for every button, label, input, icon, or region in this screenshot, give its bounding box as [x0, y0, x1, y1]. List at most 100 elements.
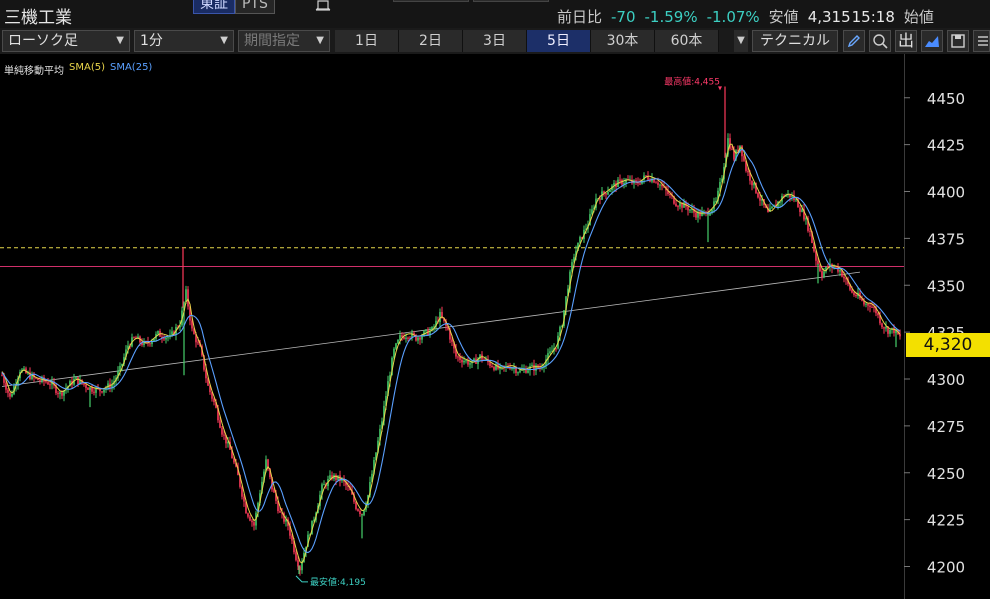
range-value: 期間指定 — [244, 33, 300, 49]
price-tick-label: 4300 — [927, 371, 965, 389]
candle-body — [877, 313, 879, 316]
change-percent: -1.59% — [644, 8, 698, 26]
candle-body — [419, 337, 421, 340]
candle-body — [843, 276, 845, 279]
price-chart[interactable]: 4200422542504275430043254350437544004425… — [0, 54, 990, 599]
candle-body — [103, 389, 105, 393]
candle-body — [463, 360, 465, 363]
candle-body — [869, 305, 871, 307]
period-60bars-button[interactable]: 60本 — [655, 30, 719, 52]
candle-body — [9, 392, 11, 397]
chart-toolbar: ローソク足 ▼ 1分 ▼ 期間指定 ▼ 1日 2日 3日 5日 30本 60本 … — [0, 28, 990, 54]
candle-body — [421, 336, 423, 340]
candle-body — [251, 520, 253, 523]
interval-value: 1分 — [140, 33, 163, 49]
candle-body — [83, 383, 85, 385]
menu-icon[interactable] — [973, 30, 990, 52]
quote-time: 15:18 — [851, 8, 895, 26]
candle-body — [295, 552, 297, 561]
candle-body — [221, 427, 223, 435]
candle-body — [75, 377, 77, 379]
candle-body — [405, 337, 407, 339]
technical-button[interactable]: テクニカル — [752, 30, 838, 52]
candle-body — [657, 182, 659, 185]
indicator-legend: 単純移動平均 SMA(5) SMA(25) — [4, 62, 152, 77]
period-30bars-button[interactable]: 30本 — [591, 30, 655, 52]
pencil-icon[interactable] — [843, 30, 865, 52]
price-tick-label: 4425 — [927, 137, 965, 155]
candle-body — [247, 513, 249, 517]
candle-body — [527, 370, 529, 373]
candle-body — [11, 394, 13, 397]
low-value: 4,315 — [807, 8, 851, 26]
save-icon[interactable] — [947, 30, 969, 52]
tab-pts[interactable]: PTS — [235, 0, 275, 14]
period-more-icon[interactable]: ▼ — [734, 30, 748, 52]
candle-body — [885, 326, 887, 329]
range-select[interactable]: 期間指定 ▼ — [238, 30, 330, 52]
candle-body — [607, 191, 609, 195]
candle-body — [167, 337, 169, 339]
low-annotation: 最安値:4,195 — [310, 576, 366, 588]
candle-body — [223, 434, 225, 436]
price-tick-label: 4250 — [927, 465, 965, 483]
candle-body — [517, 372, 519, 374]
candle-body — [655, 182, 657, 184]
period-5d-button[interactable]: 5日 — [527, 30, 591, 52]
tab-tse[interactable]: 東証 — [193, 0, 235, 14]
candle-body — [491, 365, 493, 367]
candle-body — [407, 337, 409, 339]
candle-body — [699, 211, 701, 216]
candle-body — [751, 180, 753, 186]
candle-body — [469, 363, 471, 365]
candle-body — [77, 377, 79, 385]
candle-body — [465, 360, 467, 362]
candle-body — [185, 289, 187, 303]
alert-bell-icon[interactable] — [312, 0, 334, 14]
period-3d-button[interactable]: 3日 — [463, 30, 527, 52]
header-box[interactable] — [473, 0, 549, 2]
candle-body — [61, 392, 63, 396]
candle-body — [439, 312, 441, 323]
header-box[interactable] — [393, 0, 469, 2]
candle-body — [489, 362, 491, 366]
zoom-icon[interactable] — [869, 30, 891, 52]
period-1d-button[interactable]: 1日 — [335, 30, 399, 52]
interval-select[interactable]: 1分 ▼ — [134, 30, 234, 52]
candle-body — [45, 381, 47, 383]
period-2d-button[interactable]: 2日 — [399, 30, 463, 52]
candle-body — [297, 560, 299, 567]
area-chart-icon[interactable] — [921, 30, 943, 52]
candle-body — [165, 337, 167, 340]
candle-body — [157, 330, 159, 334]
candle-body — [59, 392, 61, 394]
volume-icon[interactable]: 出 — [895, 30, 917, 52]
candle-body — [821, 271, 823, 277]
candle-body — [549, 351, 551, 354]
candle-body — [659, 184, 661, 186]
candle-body — [279, 511, 281, 513]
candle-body — [883, 327, 885, 329]
candle-body — [93, 391, 95, 393]
change-label: 前日比 — [557, 8, 603, 26]
low-label: 安値 — [768, 8, 799, 26]
price-tick-label: 4200 — [927, 559, 965, 577]
candle-body — [675, 203, 677, 207]
candle-body — [451, 339, 453, 342]
price-tick-label: 4400 — [927, 184, 965, 202]
market-tabs: 東証 PTS — [193, 0, 275, 14]
legend-title: 単純移動平均 — [4, 66, 64, 77]
candle-body — [39, 380, 41, 382]
candle-body — [791, 195, 793, 198]
candle-body — [243, 496, 245, 502]
candle-body — [893, 327, 895, 334]
candle-body — [801, 209, 803, 212]
legend-sma5[interactable]: SMA(5) — [69, 62, 105, 77]
legend-sma25[interactable]: SMA(25) — [110, 62, 152, 77]
candle-body — [881, 323, 883, 328]
candle-body — [49, 384, 51, 386]
candle-body — [57, 393, 59, 395]
quote-summary: 前日比 -70 -1.59% -1.07% 安値 4,315 15:18 始値 — [557, 6, 943, 27]
chart-type-select[interactable]: ローソク足 ▼ — [2, 30, 130, 52]
candle-body — [197, 342, 199, 344]
